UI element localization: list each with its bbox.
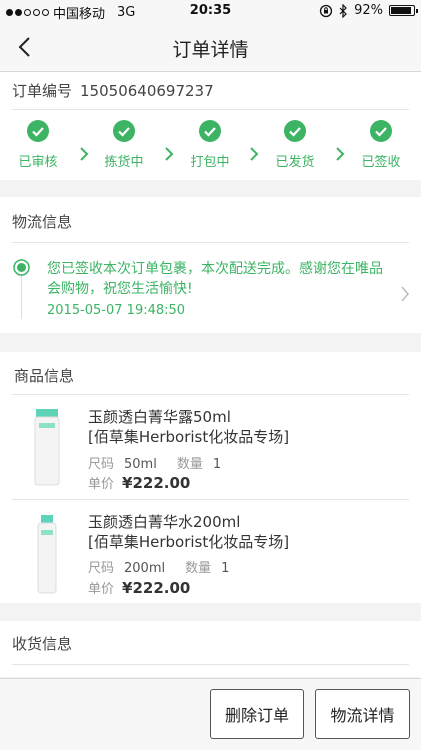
qty-label: 数量 <box>185 561 212 576</box>
status-bar: 中国移动 3G 20:35 92% <box>0 0 421 22</box>
bluetooth-icon <box>339 3 347 18</box>
delete-order-button[interactable]: 删除订单 <box>210 689 304 739</box>
size-value: 50ml <box>124 457 157 472</box>
step-packing: 打包中 <box>180 120 240 170</box>
logistics-card[interactable]: 物流信息 您已签收本次订单包裹，本次配送完成。感谢您在唯品会购物，祝您生活愉快!… <box>0 197 421 333</box>
price-label: 单价 <box>88 582 115 597</box>
logistics-message: 您已签收本次订单包裹，本次配送完成。感谢您在唯品会购物，祝您生活愉快! <box>47 261 383 297</box>
step-label: 打包中 <box>190 155 230 170</box>
logistics-detail-button[interactable]: 物流详情 <box>315 689 410 739</box>
lock-rotation-icon <box>319 4 333 17</box>
step-label: 已发货 <box>275 155 315 170</box>
order-number-row: 订单编号 15050640697237 <box>12 80 214 101</box>
chevron-right-icon <box>250 147 259 161</box>
list-item[interactable]: 玉颜透白菁华露50ml [佰草集Herborist化妆品专场] 尺码 50ml 数量… <box>0 395 421 499</box>
goods-card: 商品信息 玉颜透白菁华露50ml [佰草集Herborist化妆品专场] 尺码 5… <box>0 352 421 603</box>
qty-value: 1 <box>212 457 222 472</box>
qty-label: 数量 <box>176 457 203 472</box>
price-value: ¥222.00 <box>122 579 191 597</box>
logistics-time: 2015-05-07 19:48:50 <box>47 303 186 318</box>
qty-value: 1 <box>221 561 230 576</box>
divider <box>12 664 409 665</box>
price-label: 单价 <box>88 477 115 492</box>
product-price-row: 单价 ¥222.00 <box>88 578 190 597</box>
order-number-label: 订单编号 <box>12 82 73 100</box>
nav-bar: 订单详情 <box>0 22 421 72</box>
order-progress: 已审核 拣货中 打包中 已发货 已签收 <box>0 120 421 170</box>
battery-fill <box>391 7 412 14</box>
product-meta: 尺码 200ml 数量 1 <box>88 557 249 576</box>
step-shipped: 已发货 <box>265 120 325 170</box>
size-value: 200ml <box>124 561 166 576</box>
order-card: 订单编号 15050640697237 已审核 拣货中 打包中 已发货 已签收 <box>0 72 421 180</box>
step-signed: 已签收 <box>351 120 411 170</box>
step-reviewed: 已审核 <box>8 120 68 170</box>
section-title-goods: 商品信息 <box>14 367 75 385</box>
chevron-right-icon <box>80 147 89 161</box>
battery-icon <box>389 5 418 16</box>
product-meta: 尺码 50ml 数量 1 <box>88 453 241 472</box>
step-label: 拣货中 <box>104 155 144 170</box>
check-circle-icon <box>199 120 221 142</box>
status-right: 92% <box>319 3 418 18</box>
order-number-value: 15050640697237 <box>80 82 214 100</box>
page-title: 订单详情 <box>172 39 249 61</box>
product-shop: [佰草集Herborist化妆品专场] <box>88 428 290 446</box>
size-label: 尺码 <box>88 457 115 472</box>
product-image <box>37 515 57 594</box>
check-circle-icon <box>370 120 392 142</box>
price-value: ¥222.00 <box>122 474 191 492</box>
check-circle-icon <box>113 120 135 142</box>
chevron-right-icon <box>336 147 345 161</box>
battery-percent: 92% <box>354 3 383 18</box>
section-title-logistics: 物流信息 <box>12 213 73 231</box>
product-price-row: 单价 ¥222.00 <box>88 473 190 492</box>
timeline-dot-icon <box>13 259 30 276</box>
receiving-card: 收货信息 <box>0 621 421 677</box>
chevron-right-icon[interactable] <box>400 285 410 303</box>
product-shop: [佰草集Herborist化妆品专场] <box>88 533 290 551</box>
check-circle-icon <box>284 120 306 142</box>
step-picking: 拣货中 <box>94 120 154 170</box>
product-name: 玉颜透白菁华露50ml <box>88 408 231 426</box>
section-title-receiving: 收货信息 <box>12 635 73 653</box>
step-label: 已审核 <box>18 155 58 170</box>
chevron-right-icon <box>165 147 174 161</box>
size-label: 尺码 <box>88 561 115 576</box>
product-image <box>34 409 60 486</box>
check-circle-icon <box>27 120 49 142</box>
divider <box>12 109 409 110</box>
product-name: 玉颜透白菁华水200ml <box>88 513 241 531</box>
bottom-action-bar: 删除订单 物流详情 <box>0 678 421 750</box>
step-label: 已签收 <box>361 155 401 170</box>
list-item[interactable]: 玉颜透白菁华水200ml [佰草集Herborist化妆品专场] 尺码 200ml… <box>0 500 421 604</box>
divider <box>12 242 409 243</box>
